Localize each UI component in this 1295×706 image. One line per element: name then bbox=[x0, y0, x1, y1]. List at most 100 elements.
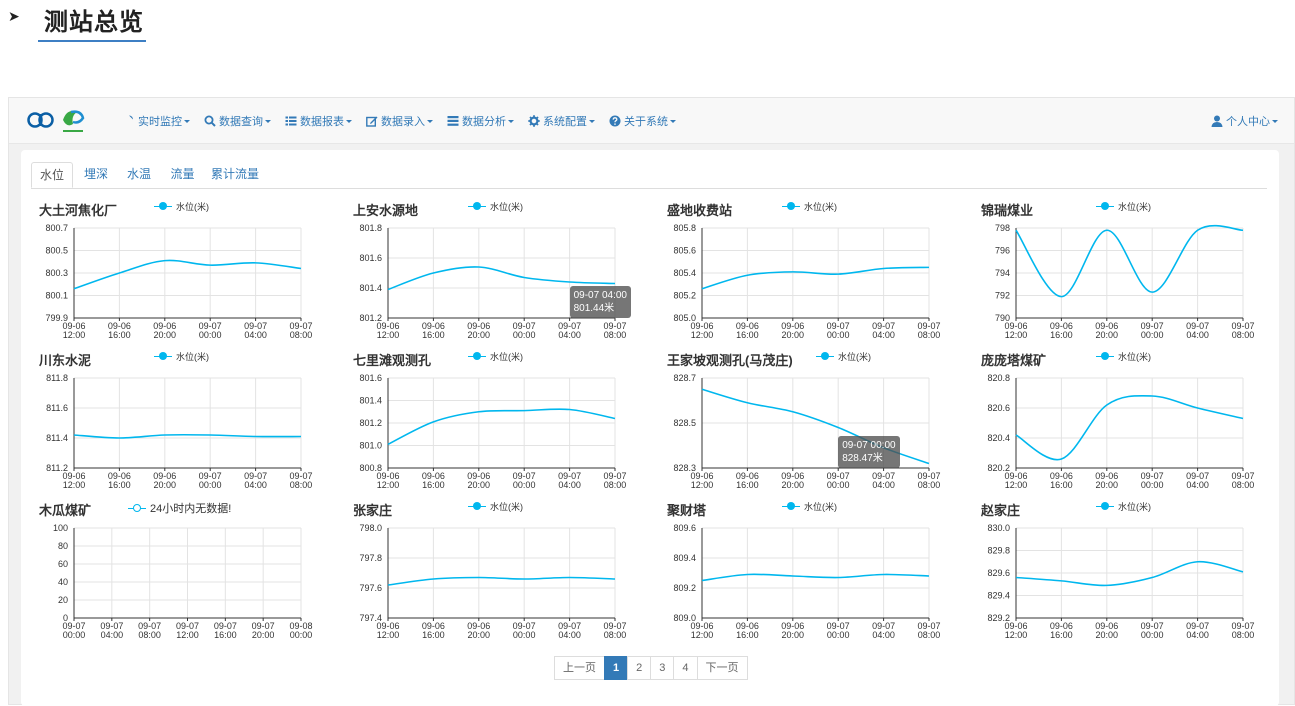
user-center-menu[interactable]: 个人中心 bbox=[1211, 98, 1278, 144]
x-tick-label: 09-07 04:00 bbox=[1186, 621, 1209, 640]
x-tick-label: 09-06 12:00 bbox=[62, 321, 85, 340]
station-chart[interactable]: 王家坡观测孔(马茂庄) 水位(米) 828.3 828.5 828.7 09-06 12:0… bbox=[664, 350, 944, 495]
x-tick-label: 09-06 20:00 bbox=[467, 621, 490, 640]
x-tick-label: 09-07 04:00 bbox=[244, 321, 267, 340]
x-tick-label: 09-07 00:00 bbox=[827, 321, 850, 340]
station-chart[interactable]: 大土河焦化厂 水位(米) 799.9 800.1 800.3 800.5 800.7 09-0… bbox=[36, 200, 316, 345]
station-chart[interactable]: 庞庞塔煤矿 水位(米) 820.2 820.4 820.6 820.8 09-06 12:00… bbox=[978, 350, 1258, 495]
station-chart[interactable]: 盛地收费站 水位(米) 805.0 805.2 805.4 805.6 805.8 09-06… bbox=[664, 200, 944, 345]
y-tick-label: 801.2 bbox=[359, 418, 382, 428]
tab-4[interactable]: 累计流量 bbox=[206, 162, 264, 188]
series-line[interactable] bbox=[701, 266, 930, 290]
x-tick-label: 09-06 12:00 bbox=[690, 321, 713, 340]
nav-item-label: 数据报表 bbox=[300, 116, 344, 128]
tab-1[interactable]: 埋深 bbox=[75, 162, 117, 188]
x-tick-label: 09-07 00:00 bbox=[827, 621, 850, 640]
y-tick-label: 829.4 bbox=[987, 591, 1010, 601]
series-line[interactable] bbox=[387, 408, 616, 446]
y-tick-label: 800.3 bbox=[45, 268, 68, 278]
caret-down-icon bbox=[346, 119, 352, 123]
station-chart[interactable]: 川东水泥 水位(米) 811.2 811.4 811.6 811.8 09-06 12:00 0… bbox=[36, 350, 316, 495]
x-tick-label: 09-07 08:00 bbox=[289, 321, 312, 340]
series-line[interactable] bbox=[1015, 224, 1244, 298]
page-button-4[interactable]: 4 bbox=[673, 656, 698, 680]
x-tick-label: 09-07 08:00 bbox=[603, 471, 626, 490]
x-tick-label: 09-06 12:00 bbox=[62, 471, 85, 490]
x-tick-label: 09-06 20:00 bbox=[153, 321, 176, 340]
series-line[interactable] bbox=[73, 259, 302, 290]
chart-tooltip: 09-07 04:00 801.44米 bbox=[569, 285, 631, 318]
prev-page-button[interactable]: 上一页 bbox=[554, 656, 605, 680]
x-tick-label: 09-07 00:00 bbox=[1141, 321, 1164, 340]
x-tick-label: 09-06 20:00 bbox=[467, 321, 490, 340]
edit-icon bbox=[366, 116, 378, 127]
y-tick-label: 801.4 bbox=[359, 283, 382, 293]
station-chart[interactable]: 上安水源地 水位(米) 801.2 801.4 801.6 801.8 09-06 12:00… bbox=[350, 200, 631, 345]
x-tick-label: 09-06 12:00 bbox=[376, 621, 399, 640]
y-tick-label: 828.7 bbox=[673, 373, 696, 383]
nav-item-4[interactable]: 数据分析 bbox=[447, 113, 514, 129]
x-tick-label: 09-06 20:00 bbox=[781, 621, 804, 640]
chart-svg: 811.2811.4811.6811.809-06 12:0009-06 16:00… bbox=[46, 373, 312, 490]
nav-item-2[interactable]: 数据报表 bbox=[285, 113, 352, 129]
x-tick-label: 09-06 12:00 bbox=[690, 621, 713, 640]
app-frame: 实时监控 数据查询 数据报表 数据录入 数据分析 系统配置 关于系统 个人中心 水位 埋深 水温… bbox=[8, 97, 1295, 706]
station-chart[interactable]: 锦瑞煤业 水位(米) 790 792 794 796 798 09-06 12:00 09-06 1… bbox=[978, 200, 1258, 345]
caret-down-icon bbox=[508, 119, 514, 123]
nav-item-3[interactable]: 数据录入 bbox=[366, 113, 433, 129]
gear-icon bbox=[528, 115, 540, 127]
station-chart[interactable]: 木瓜煤矿 24小时内无数据! 0 20 40 60 80 100 09-07 00:00 09-07… bbox=[36, 500, 316, 645]
y-tick-label: 60 bbox=[58, 559, 68, 569]
y-tick-label: 829.8 bbox=[987, 546, 1010, 556]
x-tick-label: 09-07 08:00 bbox=[603, 321, 626, 340]
station-chart[interactable]: 张家庄 水位(米) 797.4 797.6 797.8 798.0 09-06 12:00 09… bbox=[350, 500, 630, 645]
page-button-3[interactable]: 3 bbox=[650, 656, 675, 680]
logo-icon[interactable] bbox=[27, 106, 89, 138]
series-line[interactable] bbox=[1015, 560, 1244, 587]
page-button-1[interactable]: 1 bbox=[604, 656, 629, 680]
x-tick-label: 09-06 20:00 bbox=[467, 471, 490, 490]
x-tick-label: 09-07 08:00 bbox=[1231, 321, 1254, 340]
x-tick-label: 09-07 04:00 bbox=[558, 321, 581, 340]
main-menu: 实时监控 数据查询 数据报表 数据录入 数据分析 系统配置 关于系统 bbox=[123, 98, 690, 144]
x-tick-label: 09-06 16:00 bbox=[422, 471, 445, 490]
y-tick-label: 20 bbox=[58, 595, 68, 605]
series-line[interactable] bbox=[1015, 394, 1244, 461]
y-tick-label: 801.0 bbox=[359, 441, 382, 451]
station-chart[interactable]: 聚财塔 水位(米) 809.0 809.2 809.4 809.6 09-06 12:00 09… bbox=[664, 500, 944, 645]
x-tick-label: 09-08 00:00 bbox=[289, 621, 312, 640]
station-chart[interactable]: 赵家庄 水位(米) 829.2 829.4 829.6 829.8 830.0 09-06 12… bbox=[978, 500, 1258, 645]
y-tick-label: 800.7 bbox=[45, 223, 68, 233]
nav-item-0[interactable]: 实时监控 bbox=[123, 113, 190, 129]
tab-3[interactable]: 流量 bbox=[161, 162, 204, 188]
pagination: 上一页 1 2 3 4 下一页 bbox=[554, 656, 748, 680]
series-line[interactable] bbox=[701, 573, 930, 582]
y-tick-label: 820.6 bbox=[987, 403, 1010, 413]
x-tick-label: 09-07 12:00 bbox=[176, 621, 199, 640]
y-tick-label: 794 bbox=[995, 268, 1010, 278]
x-tick-label: 09-06 20:00 bbox=[781, 471, 804, 490]
page-button-2[interactable]: 2 bbox=[627, 656, 652, 680]
y-tick-label: 796 bbox=[995, 246, 1010, 256]
y-tick-label: 801.8 bbox=[359, 223, 382, 233]
y-tick-label: 811.6 bbox=[46, 403, 68, 413]
tasks-icon bbox=[447, 116, 459, 126]
nav-item-1[interactable]: 数据查询 bbox=[204, 113, 271, 129]
nav-item-6[interactable]: 关于系统 bbox=[609, 113, 676, 129]
y-tick-label: 805.6 bbox=[673, 246, 696, 256]
y-tick-label: 830.0 bbox=[987, 523, 1010, 533]
x-tick-label: 09-07 08:00 bbox=[1231, 621, 1254, 640]
x-tick-label: 09-06 16:00 bbox=[1050, 621, 1073, 640]
tab-0[interactable]: 水位 bbox=[31, 162, 73, 188]
caret-down-icon bbox=[184, 119, 190, 123]
x-tick-label: 09-07 08:00 bbox=[1231, 471, 1254, 490]
series-line[interactable] bbox=[387, 576, 616, 586]
nav-item-5[interactable]: 系统配置 bbox=[528, 113, 595, 129]
x-tick-label: 09-07 00:00 bbox=[62, 621, 85, 640]
next-page-button[interactable]: 下一页 bbox=[696, 656, 748, 680]
tab-2[interactable]: 水温 bbox=[119, 162, 159, 188]
nav-item-label: 数据分析 bbox=[462, 116, 506, 128]
x-tick-label: 09-07 04:00 bbox=[1186, 321, 1209, 340]
station-chart[interactable]: 七里滩观测孔 水位(米) 800.8 801.0 801.2 801.4 801.6 09-0… bbox=[350, 350, 630, 495]
arrow-right-icon: ➤ bbox=[8, 8, 20, 24]
